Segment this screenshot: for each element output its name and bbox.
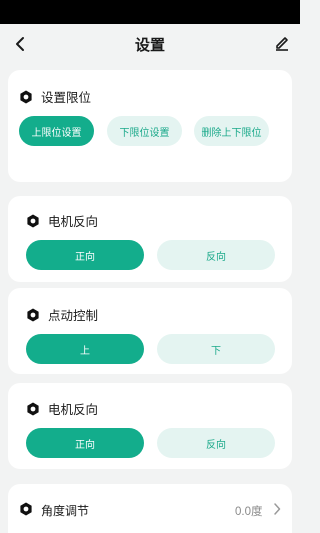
down-button[interactable]: 下 <box>157 334 275 364</box>
limit-settings-title: 设置限位 <box>19 87 91 106</box>
back-icon[interactable] <box>10 34 30 54</box>
delete-limits-button[interactable]: 删除上下限位 <box>194 116 269 146</box>
jog-control-title: 点动控制 <box>26 305 98 324</box>
nav-bar: 设置 <box>0 24 300 64</box>
hexagon-nut-icon <box>26 402 40 416</box>
motor-reverse-title-2: 电机反向 <box>26 399 98 418</box>
page-title: 设置 <box>134 36 165 54</box>
forward-button-1[interactable]: 正向 <box>26 240 144 270</box>
hexagon-nut-icon <box>26 214 40 228</box>
angle-adjust-label: 角度调节 <box>41 504 90 518</box>
hexagon-nut-icon <box>19 90 33 104</box>
angle-adjust-value: 0.0度 <box>235 506 263 518</box>
upper-limit-button[interactable]: 上限位设置 <box>19 116 94 146</box>
hexagon-nut-icon <box>19 502 33 516</box>
motor-reverse-title-1: 电机反向 <box>26 211 98 230</box>
motor-reverse-label-1: 电机反向 <box>48 215 99 229</box>
chevron-right-icon <box>272 502 282 516</box>
status-bar <box>0 0 300 24</box>
lower-limit-button[interactable]: 下限位设置 <box>107 116 182 146</box>
jog-control-label: 点动控制 <box>48 309 99 323</box>
edit-icon[interactable] <box>272 33 292 53</box>
motor-reverse-label-2: 电机反向 <box>48 403 99 417</box>
forward-button-2[interactable]: 正向 <box>26 428 144 458</box>
limit-settings-label: 设置限位 <box>41 91 92 105</box>
reverse-button-2[interactable]: 反向 <box>157 428 275 458</box>
reverse-button-1[interactable]: 反向 <box>157 240 275 270</box>
up-button[interactable]: 上 <box>26 334 144 364</box>
hexagon-nut-icon <box>26 308 40 322</box>
